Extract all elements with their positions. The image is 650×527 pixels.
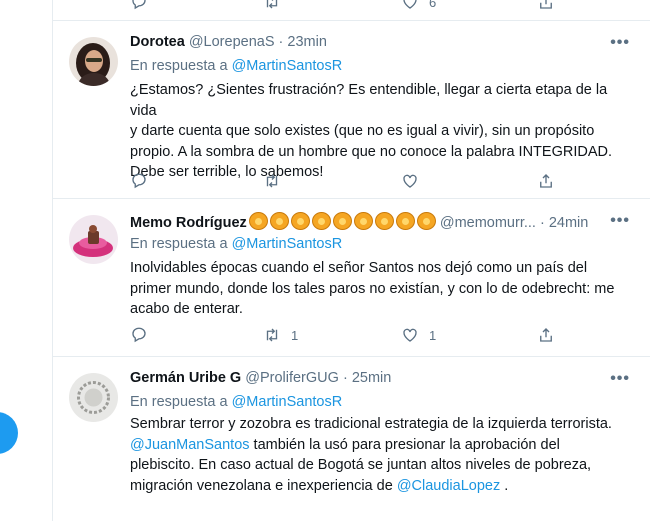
compose-tweet-button[interactable] xyxy=(0,412,18,454)
display-name[interactable]: Memo Rodríguez xyxy=(130,215,247,231)
reply-context: En respuesta a @MartinSantosR xyxy=(130,58,342,74)
previous-tweet: 6 xyxy=(53,0,650,21)
retweet-button[interactable]: 1 xyxy=(263,325,298,345)
lion-emoji xyxy=(311,212,331,230)
tweet-text-fragment: . xyxy=(500,477,509,494)
timestamp[interactable]: 24min xyxy=(549,215,589,231)
tweet-header: Dorotea @LorepenaS · 23min ••• xyxy=(130,34,640,54)
tweet-actions xyxy=(130,171,630,191)
tweet[interactable]: Dorotea @LorepenaS · 23min ••• En respue… xyxy=(53,21,650,199)
reply-icon xyxy=(132,327,146,343)
lion-emoji xyxy=(332,212,352,230)
like-count: 6 xyxy=(429,0,437,10)
timestamp[interactable]: 25min xyxy=(352,370,392,386)
tweet-text-line: y darte cuenta que solo existes (que no … xyxy=(130,123,595,139)
tweet[interactable]: Germán Uribe G @ProliferGUG · 25min ••• … xyxy=(53,357,650,527)
timestamp[interactable]: 23min xyxy=(287,34,327,50)
share-button[interactable] xyxy=(537,0,555,12)
tweet-text: Inolvidables épocas cuando el señor Sant… xyxy=(130,258,630,320)
more-icon[interactable]: ••• xyxy=(610,34,630,52)
tweet-text-line: @JuanManSantos también la usó para presi… xyxy=(130,435,630,456)
lion-emoji xyxy=(353,212,373,230)
tweet-text-line: ¿Estamos? ¿Sientes frustración? Es enten… xyxy=(130,82,608,119)
tweet-header: Germán Uribe G @ProliferGUG · 25min ••• xyxy=(130,370,640,390)
retweet-icon xyxy=(266,328,278,342)
share-icon xyxy=(540,0,552,9)
tweet-text-fragment: migración venezolana e inexperiencia de xyxy=(130,477,397,494)
reply-icon xyxy=(132,173,146,189)
display-name[interactable]: Dorotea xyxy=(130,34,185,50)
more-icon[interactable]: ••• xyxy=(610,370,630,388)
like-icon xyxy=(403,174,417,188)
reply-mention[interactable]: @MartinSantosR xyxy=(232,394,343,410)
lion-emoji xyxy=(395,212,415,230)
tweet-mention[interactable]: @ClaudiaLopez xyxy=(397,478,500,494)
share-button[interactable] xyxy=(537,325,555,345)
reply-context: En respuesta a @MartinSantosR xyxy=(130,236,342,252)
separator-dot: · xyxy=(539,215,545,231)
lion-emoji xyxy=(416,212,436,230)
lion-emoji xyxy=(374,212,394,230)
like-icon xyxy=(403,328,417,342)
like-button[interactable]: 6 xyxy=(401,0,436,12)
retweet-button[interactable] xyxy=(263,0,281,12)
like-icon xyxy=(403,0,417,9)
lion-emoji-group xyxy=(247,212,436,231)
tweet-text-line: Sembrar terror y zozobra es tradicional … xyxy=(130,416,612,432)
tweet-text-line: Inolvidables épocas cuando el señor Sant… xyxy=(130,260,588,276)
tweet-text-line: acabo de enterar. xyxy=(130,301,243,317)
tweet-text-line: migración venezolana e inexperiencia de … xyxy=(130,476,630,497)
like-count: 1 xyxy=(429,327,437,343)
share-icon xyxy=(540,174,552,188)
reply-icon xyxy=(132,0,146,10)
previous-tweet-actions: 6 xyxy=(130,0,630,12)
retweet-button[interactable] xyxy=(263,171,281,191)
retweet-icon xyxy=(266,0,278,9)
separator-dot: · xyxy=(278,34,284,50)
reply-button[interactable] xyxy=(130,325,148,345)
like-button[interactable]: 1 xyxy=(401,325,436,345)
tweet-mention[interactable]: @JuanManSantos xyxy=(130,437,250,453)
display-name[interactable]: Germán Uribe G xyxy=(130,370,241,386)
tweet-text: Sembrar terror y zozobra es tradicional … xyxy=(130,414,630,496)
timeline-column: 6 Dorotea @LorepenaS · 23min ••• En resp… xyxy=(52,0,650,521)
lion-emoji xyxy=(248,212,268,230)
reply-context: En respuesta a @MartinSantosR xyxy=(130,394,342,410)
tweet-text-line: propio. A la sombra de un hombre que no … xyxy=(130,143,612,160)
reply-prefix: En respuesta a xyxy=(130,236,228,252)
avatar[interactable] xyxy=(69,37,118,86)
tweet[interactable]: Memo Rodríguez @memomurr... · 24min ••• … xyxy=(53,199,650,357)
user-handle[interactable]: @ProliferGUG xyxy=(245,370,339,386)
user-handle[interactable]: @LorepenaS xyxy=(189,34,275,50)
reply-button[interactable] xyxy=(130,171,148,191)
lion-emoji xyxy=(269,212,289,230)
tweet-header: Memo Rodríguez @memomurr... · 24min ••• xyxy=(130,212,640,232)
share-icon xyxy=(540,328,552,342)
tweet-text-line: plebiscito. En caso actual de Bogotá se … xyxy=(130,457,592,473)
lion-emoji xyxy=(290,212,310,230)
avatar[interactable] xyxy=(69,215,118,264)
reply-prefix: En respuesta a xyxy=(130,58,228,74)
user-handle[interactable]: @memomurr... xyxy=(440,215,536,231)
reply-button[interactable] xyxy=(130,0,148,12)
like-button[interactable] xyxy=(401,171,419,191)
tweet-text-fragment: también la usó para presionar la aprobac… xyxy=(249,436,560,453)
tweet-text-line: primer mundo, donde los tales paros no e… xyxy=(130,280,615,297)
separator-dot: · xyxy=(342,370,348,386)
avatar[interactable] xyxy=(69,373,118,422)
reply-mention[interactable]: @MartinSantosR xyxy=(232,236,343,252)
share-button[interactable] xyxy=(537,171,555,191)
reply-prefix: En respuesta a xyxy=(130,394,228,410)
more-icon[interactable]: ••• xyxy=(610,212,630,230)
retweet-icon xyxy=(266,174,278,188)
tweet-actions: 1 1 xyxy=(130,325,630,345)
reply-mention[interactable]: @MartinSantosR xyxy=(232,58,343,74)
retweet-count: 1 xyxy=(291,327,299,343)
tweet-text: ¿Estamos? ¿Sientes frustración? Es enten… xyxy=(130,80,630,183)
